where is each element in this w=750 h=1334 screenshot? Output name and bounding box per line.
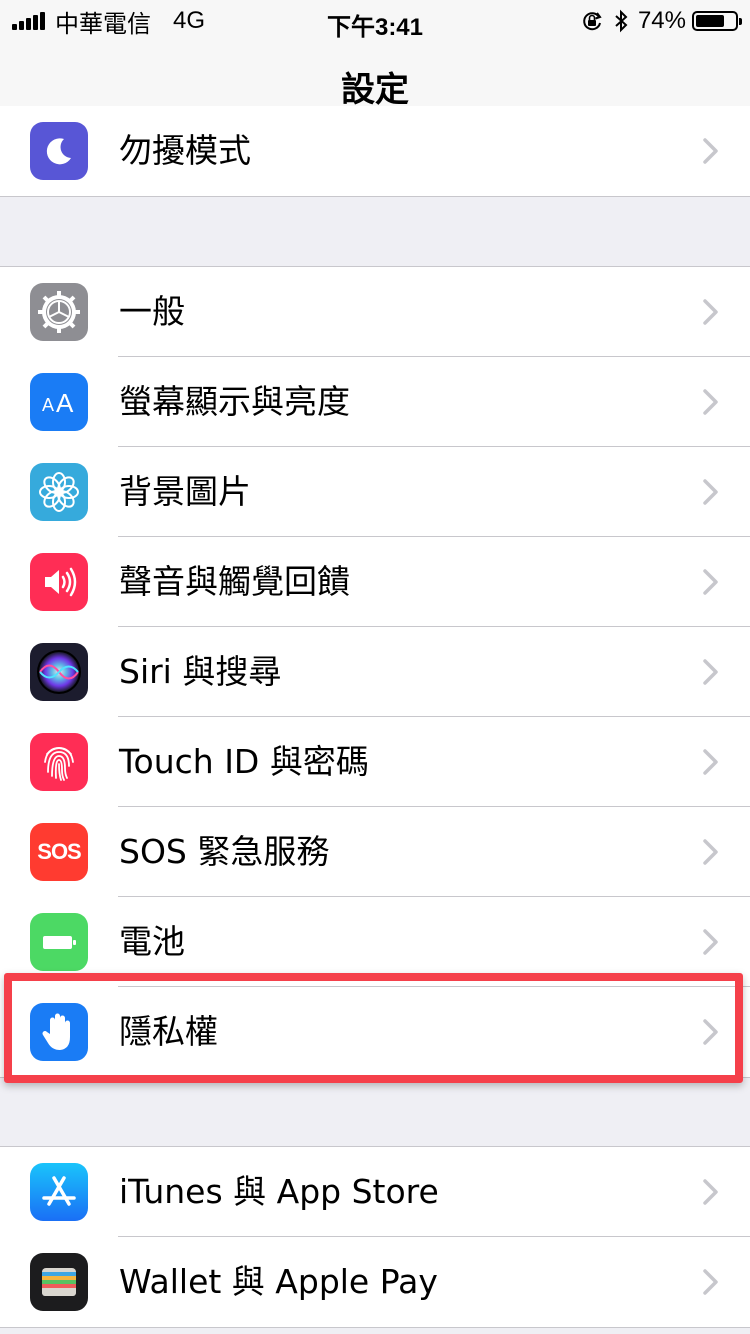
settings-row-label: 螢幕顯示與亮度	[119, 382, 350, 421]
moon-icon	[30, 122, 88, 180]
battery-icon	[692, 11, 742, 31]
orientation-lock-icon	[580, 9, 604, 33]
chevron-right-icon	[703, 569, 718, 595]
settings-row-display-brightness[interactable]: A A 螢幕顯示與亮度	[0, 357, 750, 447]
settings-row-siri-search[interactable]: Siri 與搜尋	[0, 627, 750, 717]
settings-row-label: Siri 與搜尋	[119, 652, 282, 691]
chevron-right-icon	[703, 138, 718, 164]
chevron-right-icon	[703, 1179, 718, 1205]
chevron-right-icon	[703, 389, 718, 415]
sos-icon: SOS	[30, 823, 88, 881]
settings-row-label: Touch ID 與密碼	[119, 742, 369, 781]
chevron-right-icon	[703, 479, 718, 505]
chevron-right-icon	[703, 1019, 718, 1045]
settings-row-label: 聲音與觸覺回饋	[119, 562, 350, 601]
status-bar: 中華電信 4G 下午3:41 74%	[0, 0, 750, 41]
settings-row-label: 背景圖片	[119, 472, 251, 511]
settings-row-battery[interactable]: 電池	[0, 897, 750, 987]
settings-row-general[interactable]: 一般	[0, 267, 750, 357]
fingerprint-icon	[30, 733, 88, 791]
settings-row-wallet-apple-pay[interactable]: Wallet 與 Apple Pay	[0, 1237, 750, 1327]
settings-row-wallpaper[interactable]: 背景圖片	[0, 447, 750, 537]
settings-row-label: SOS 緊急服務	[119, 832, 330, 871]
settings-row-label: 電池	[119, 922, 185, 961]
settings-row-label: 隱私權	[119, 1012, 218, 1051]
sos-icon-text: SOS	[37, 839, 81, 864]
svg-text:A: A	[42, 395, 54, 415]
chevron-right-icon	[703, 749, 718, 775]
wallet-icon	[30, 1253, 88, 1311]
chevron-right-icon	[703, 929, 718, 955]
chevron-right-icon	[703, 1269, 718, 1295]
chevron-right-icon	[703, 839, 718, 865]
app-store-icon	[30, 1163, 88, 1221]
settings-row-label: iTunes 與 App Store	[119, 1172, 439, 1211]
settings-row-touch-id-passcode[interactable]: Touch ID 與密碼	[0, 717, 750, 807]
chevron-right-icon	[703, 299, 718, 325]
settings-row-emergency-sos[interactable]: SOS SOS 緊急服務	[0, 807, 750, 897]
flower-icon	[30, 463, 88, 521]
settings-row-itunes-app-store[interactable]: iTunes 與 App Store	[0, 1147, 750, 1237]
bluetooth-icon	[614, 9, 628, 33]
hand-icon	[30, 1003, 88, 1061]
settings-group-store: iTunes 與 App Store Wallet 與 Apple Pay	[0, 1146, 750, 1328]
settings-row-label: Wallet 與 Apple Pay	[119, 1262, 438, 1301]
battery-percent: 74%	[637, 7, 686, 34]
chevron-right-icon	[703, 659, 718, 685]
gear-icon	[30, 283, 88, 341]
settings-row-privacy[interactable]: 隱私權	[0, 987, 750, 1077]
svg-text:A: A	[56, 388, 74, 418]
page-title: 設定	[341, 70, 409, 110]
settings-row-label: 勿擾模式	[119, 131, 251, 170]
settings-row-do-not-disturb[interactable]: 勿擾模式	[0, 106, 750, 196]
battery-icon	[30, 913, 88, 971]
settings-group-focus: 勿擾模式	[0, 106, 750, 197]
text-size-icon: A A	[30, 373, 88, 431]
settings-group-system: 一般 A A 螢幕顯示與亮度 背景圖片 聲音與觸覺回饋 Siri 與搜尋 Tou…	[0, 266, 750, 1078]
settings-row-sounds-haptics[interactable]: 聲音與觸覺回饋	[0, 537, 750, 627]
settings-row-label: 一般	[119, 292, 185, 331]
speaker-icon	[30, 553, 88, 611]
siri-icon	[30, 643, 88, 701]
